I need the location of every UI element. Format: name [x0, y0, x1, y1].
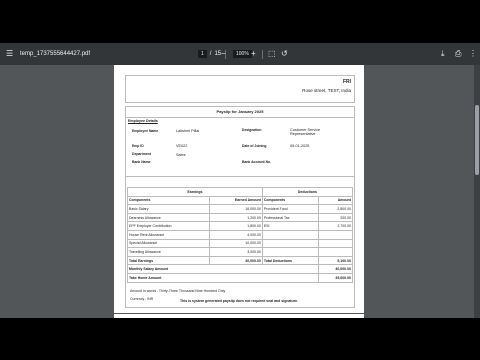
- col-amount: Amount: [318, 195, 353, 206]
- deduction-amount: [318, 238, 353, 249]
- bank-name-label: Bank Name: [132, 160, 151, 164]
- deduction-amount: [318, 229, 353, 240]
- bank-account-label: Bank Account No.: [242, 160, 272, 164]
- pdf-viewer: ☰ temp_1737555644427.pdf 1 / 15 − 100% +…: [0, 43, 480, 318]
- table-header-row: Earnings Deductions: [127, 187, 354, 197]
- col-earned-amount: Earned Amount: [209, 195, 263, 206]
- company-header: FRI Rose street, TEST, India: [125, 75, 355, 103]
- monthly-salary-value: 40,000.00: [318, 264, 353, 274]
- deduction-name: ESI: [261, 221, 320, 231]
- deduction-name: Provident Fund: [261, 204, 320, 214]
- earning-amount: 1,800.00: [209, 221, 263, 231]
- pdf-page-next: [114, 314, 364, 318]
- employee-name-value: Lakshmi Pillai: [176, 129, 200, 133]
- fit-page-icon[interactable]: ⬚: [268, 50, 276, 58]
- doj-value: 05-01-2025: [290, 144, 310, 148]
- column-header-row: Components Earned Amount Components Amou…: [126, 195, 353, 206]
- earning-name: Basic Salary: [126, 204, 211, 214]
- deductions-header: Deductions: [261, 187, 354, 197]
- system-note: This is system generated payslip does no…: [179, 299, 299, 303]
- earning-name: Travelling Allowance: [126, 247, 211, 257]
- earning-amount: 1,200.00: [209, 212, 263, 223]
- earning-amount: 10,000.00: [209, 238, 263, 249]
- hamburger-icon: ☰: [6, 49, 14, 58]
- earning-amount: 3,000.00: [209, 247, 263, 257]
- earning-name: Special Allowance: [126, 238, 211, 249]
- amount-in-words: Amount in words : Thirty-Three Thousand …: [130, 289, 226, 293]
- page-number-input[interactable]: 1: [198, 50, 207, 58]
- earning-name: House Rent Allowance: [126, 229, 211, 240]
- total-deductions-label: Total Deductions: [261, 255, 320, 266]
- table-row: Basic Salary 16,000.00 Provident Fund 2,800…: [126, 204, 353, 214]
- table-row: Special Allowance 10,000.00: [126, 238, 353, 249]
- deduction-amount: 2,800.00: [318, 204, 353, 214]
- toolbar-divider-2: [262, 49, 263, 59]
- payslip-title: Payslip for January 2025: [126, 107, 354, 118]
- scrollbar[interactable]: [474, 65, 480, 318]
- department-value: Sales: [176, 153, 186, 157]
- col-components-2: Components: [261, 195, 320, 206]
- total-deductions-value: 5,100.00: [318, 255, 353, 266]
- designation-label: Designation: [242, 128, 262, 132]
- table-row: Dearness Allowance 1,200.00 Professional T…: [126, 212, 353, 223]
- rotate-icon[interactable]: ↺: [281, 50, 288, 58]
- total-earnings-value: 40,000.00: [209, 255, 263, 266]
- more-options-icon[interactable]: ⋮: [469, 50, 477, 58]
- company-address: Rose street, TEST, India: [302, 88, 351, 93]
- download-icon[interactable]: ⤓: [441, 50, 445, 58]
- zoom-level-input[interactable]: 100%: [233, 50, 252, 58]
- emp-id-label: Emp ID: [132, 144, 144, 148]
- employee-details-heading: Employee Details: [128, 119, 158, 123]
- earning-amount: 16,000.00: [209, 204, 263, 214]
- table-row: Travelling Allowance 3,000.00: [126, 247, 353, 257]
- print-icon[interactable]: ⎙: [455, 50, 461, 58]
- divider: [126, 176, 354, 177]
- deduction-amount: [318, 247, 353, 257]
- pdf-page: FRI Rose street, TEST, India Payslip for…: [114, 65, 364, 313]
- table-row: House Rent Allowance 4,000.00: [126, 229, 353, 240]
- totals-row: Total Earnings 40,000.00 Total Deduction…: [126, 255, 353, 266]
- take-home-label: Take Home Amount: [126, 272, 320, 283]
- monthly-salary-row: Monthly Salary Amount 40,000.00: [126, 264, 353, 274]
- pdf-toolbar: ☰ temp_1737555644427.pdf 1 / 15 − 100% +…: [0, 43, 480, 65]
- table-row: EPF Employer Contribution 1,800.00 ESI 2,70…: [126, 221, 353, 231]
- take-home-value: 35,000.00: [318, 272, 353, 283]
- earning-name: Dearness Allowance: [126, 212, 211, 223]
- department-label: Department: [132, 152, 151, 156]
- monthly-salary-label: Monthly Salary Amount: [126, 264, 320, 274]
- earning-amount: 4,000.00: [209, 229, 263, 240]
- zoom-out-button[interactable]: −: [221, 50, 226, 58]
- earnings-deductions-table: Earnings Deductions Components Earned Am…: [126, 187, 354, 283]
- earning-name: EPF Employer Contribution: [126, 221, 211, 231]
- scrollbar-thumb[interactable]: [475, 105, 479, 175]
- earnings-header: Earnings: [127, 187, 263, 197]
- take-home-row: Take Home Amount 35,000.00: [126, 272, 353, 283]
- deduction-amount: 200.00: [318, 212, 353, 223]
- payslip-box: Payslip for January 2025 Employee Detail…: [125, 106, 355, 308]
- deduction-amount: 2,700.00: [318, 221, 353, 231]
- employee-name-label: Employee Name: [132, 129, 159, 133]
- deduction-name: Professional Tax: [261, 212, 320, 223]
- deduction-name: [261, 229, 320, 240]
- company-name: FRI: [342, 79, 351, 85]
- deduction-name: [261, 238, 320, 249]
- deduction-name: [261, 247, 320, 257]
- emp-id-value: VE022: [176, 144, 188, 148]
- total-earnings-label: Total Earnings: [126, 255, 211, 266]
- doj-label: Date of Joining: [242, 144, 267, 148]
- file-name: temp_1737555644427.pdf: [20, 51, 91, 57]
- designation-value: Customer Service Representative: [290, 128, 321, 136]
- col-components: Components: [126, 195, 211, 206]
- zoom-in-button[interactable]: +: [251, 50, 256, 58]
- page-separator: /: [209, 51, 212, 57]
- menu-button[interactable]: ☰: [6, 43, 13, 65]
